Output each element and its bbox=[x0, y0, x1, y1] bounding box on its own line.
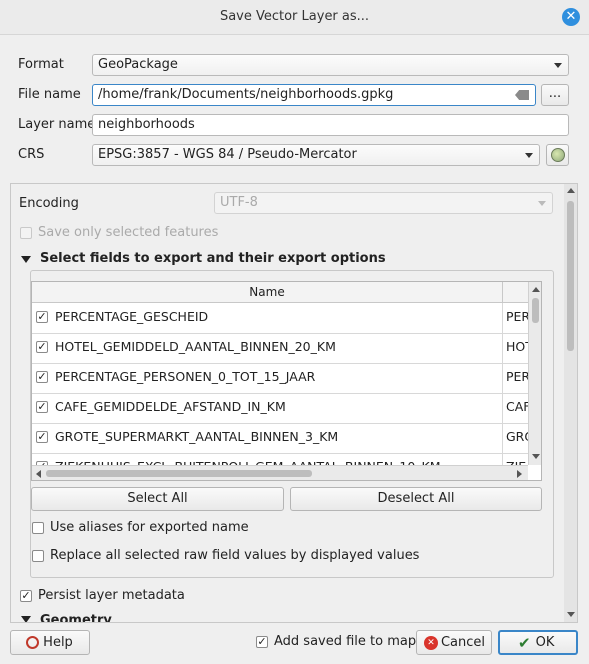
use-aliases-checkbox[interactable] bbox=[32, 522, 44, 534]
replace-values-label: Replace all selected raw field values by… bbox=[50, 548, 420, 563]
ok-button[interactable]: ✔ OK bbox=[498, 630, 578, 655]
format-label: Format bbox=[18, 57, 64, 72]
chevron-down-icon bbox=[554, 63, 562, 68]
clear-icon[interactable] bbox=[515, 90, 529, 100]
filename-input[interactable]: /home/frank/Documents/neighborhoods.gpkg bbox=[92, 84, 536, 106]
deselect-all-button[interactable]: Deselect All bbox=[290, 487, 542, 511]
column-divider bbox=[502, 423, 503, 453]
field-export-name: GRO bbox=[506, 429, 528, 444]
checkmark-icon: ✔ bbox=[518, 634, 531, 652]
layername-input[interactable]: neighborhoods bbox=[92, 114, 569, 136]
table-horizontal-scrollbar[interactable] bbox=[32, 465, 528, 480]
field-export-name: CAF bbox=[506, 399, 528, 414]
scroll-down-icon[interactable] bbox=[567, 612, 575, 617]
fields-group-title[interactable]: Select fields to export and their export… bbox=[40, 251, 386, 266]
encoding-label: Encoding bbox=[19, 196, 79, 211]
scroll-left-icon[interactable] bbox=[36, 470, 41, 478]
replace-values-checkbox[interactable] bbox=[32, 550, 44, 562]
layername-label: Layer name bbox=[18, 117, 96, 132]
field-export-name: HOT bbox=[506, 339, 528, 354]
table-row[interactable]: ✓ HOTEL_GEMIDDELD_AANTAL_BINNEN_20_KM HO… bbox=[32, 333, 528, 364]
title-bar: Save Vector Layer as... ✕ bbox=[0, 0, 589, 35]
field-export-name: PER bbox=[506, 309, 528, 324]
cancel-icon: ✕ bbox=[424, 636, 438, 650]
globe-icon bbox=[551, 148, 565, 162]
close-icon[interactable]: ✕ bbox=[562, 8, 580, 26]
column-divider bbox=[502, 333, 503, 363]
table-row[interactable]: ✓ PERCENTAGE_GESCHEID PER bbox=[32, 303, 528, 334]
help-label: Help bbox=[43, 635, 73, 650]
fields-table: Name ✓ PERCENTAGE_GESCHEID PER ✓ HOTEL_G… bbox=[31, 281, 542, 481]
use-aliases-label: Use aliases for exported name bbox=[50, 520, 249, 535]
geometry-section-clip: Geometry bbox=[11, 612, 563, 622]
field-name: CAFE_GEMIDDELDE_AFSTAND_IN_KM bbox=[55, 399, 286, 414]
ok-label: OK bbox=[535, 635, 555, 650]
layername-value: neighborhoods bbox=[98, 117, 195, 132]
filename-label: File name bbox=[18, 87, 81, 102]
collapse-triangle-icon[interactable] bbox=[21, 256, 31, 263]
add-to-map-checkbox[interactable]: ✓ bbox=[256, 636, 268, 648]
field-name: PERCENTAGE_GESCHEID bbox=[55, 309, 209, 324]
table-vertical-scrollbar[interactable] bbox=[528, 282, 541, 465]
save-selected-checkbox bbox=[20, 227, 32, 239]
help-button[interactable]: Help bbox=[10, 630, 90, 655]
cancel-button[interactable]: ✕ Cancel bbox=[416, 630, 492, 655]
format-value: GeoPackage bbox=[98, 57, 178, 72]
encoding-select: UTF-8 bbox=[214, 192, 553, 214]
window-title: Save Vector Layer as... bbox=[219, 9, 370, 24]
chevron-down-icon bbox=[538, 201, 546, 206]
options-scrollbar[interactable] bbox=[564, 184, 577, 622]
select-all-button[interactable]: Select All bbox=[31, 487, 284, 511]
field-name: HOTEL_GEMIDDELD_AANTAL_BINNEN_20_KM bbox=[55, 339, 336, 354]
scrollbar-thumb[interactable] bbox=[532, 298, 539, 323]
table-row[interactable]: ✓ CAFE_GEMIDDELDE_AFSTAND_IN_KM CAF bbox=[32, 393, 528, 424]
table-row[interactable]: ✓ GROTE_SUPERMARKT_AANTAL_BINNEN_3_KM GR… bbox=[32, 423, 528, 454]
cancel-label: Cancel bbox=[440, 635, 486, 650]
persist-metadata-label: Persist layer metadata bbox=[38, 588, 185, 603]
table-header: Name bbox=[32, 282, 528, 303]
row-checkbox[interactable]: ✓ bbox=[36, 401, 48, 413]
scrollbar-thumb[interactable] bbox=[567, 201, 574, 351]
column-divider bbox=[502, 363, 503, 393]
row-checkbox[interactable]: ✓ bbox=[36, 371, 48, 383]
browse-button[interactable]: ... bbox=[541, 84, 569, 106]
scroll-right-icon[interactable] bbox=[517, 470, 522, 478]
scrollbar-thumb[interactable] bbox=[46, 470, 312, 477]
crs-selector-button[interactable] bbox=[546, 144, 569, 166]
filename-value: /home/frank/Documents/neighborhoods.gpkg bbox=[98, 87, 394, 102]
crs-value: EPSG:3857 - WGS 84 / Pseudo-Mercator bbox=[98, 147, 357, 162]
row-checkbox[interactable]: ✓ bbox=[36, 431, 48, 443]
scroll-down-icon[interactable] bbox=[532, 454, 540, 459]
column-divider bbox=[502, 303, 503, 333]
row-checkbox[interactable]: ✓ bbox=[36, 311, 48, 323]
table-row[interactable]: ✓ PERCENTAGE_PERSONEN_0_TOT_15_JAAR PER bbox=[32, 363, 528, 394]
crs-select[interactable]: EPSG:3857 - WGS 84 / Pseudo-Mercator bbox=[92, 144, 540, 166]
help-icon bbox=[26, 636, 39, 649]
save-selected-label: Save only selected features bbox=[38, 225, 219, 240]
persist-metadata-checkbox[interactable]: ✓ bbox=[20, 590, 32, 602]
field-name: GROTE_SUPERMARKT_AANTAL_BINNEN_3_KM bbox=[55, 429, 339, 444]
crs-label: CRS bbox=[18, 147, 45, 162]
format-select[interactable]: GeoPackage bbox=[92, 54, 569, 76]
scroll-up-icon[interactable] bbox=[532, 287, 540, 292]
column-header-name[interactable]: Name bbox=[32, 282, 503, 302]
field-export-name: PER bbox=[506, 369, 528, 384]
chevron-down-icon bbox=[525, 153, 533, 158]
collapse-triangle-icon[interactable] bbox=[21, 616, 31, 622]
field-name: PERCENTAGE_PERSONEN_0_TOT_15_JAAR bbox=[55, 369, 316, 384]
scroll-up-icon[interactable] bbox=[567, 188, 575, 193]
geometry-section-title[interactable]: Geometry bbox=[40, 613, 112, 622]
row-checkbox[interactable]: ✓ bbox=[36, 341, 48, 353]
encoding-value: UTF-8 bbox=[220, 195, 258, 210]
add-to-map-label: Add saved file to map bbox=[274, 634, 417, 649]
column-divider bbox=[502, 393, 503, 423]
